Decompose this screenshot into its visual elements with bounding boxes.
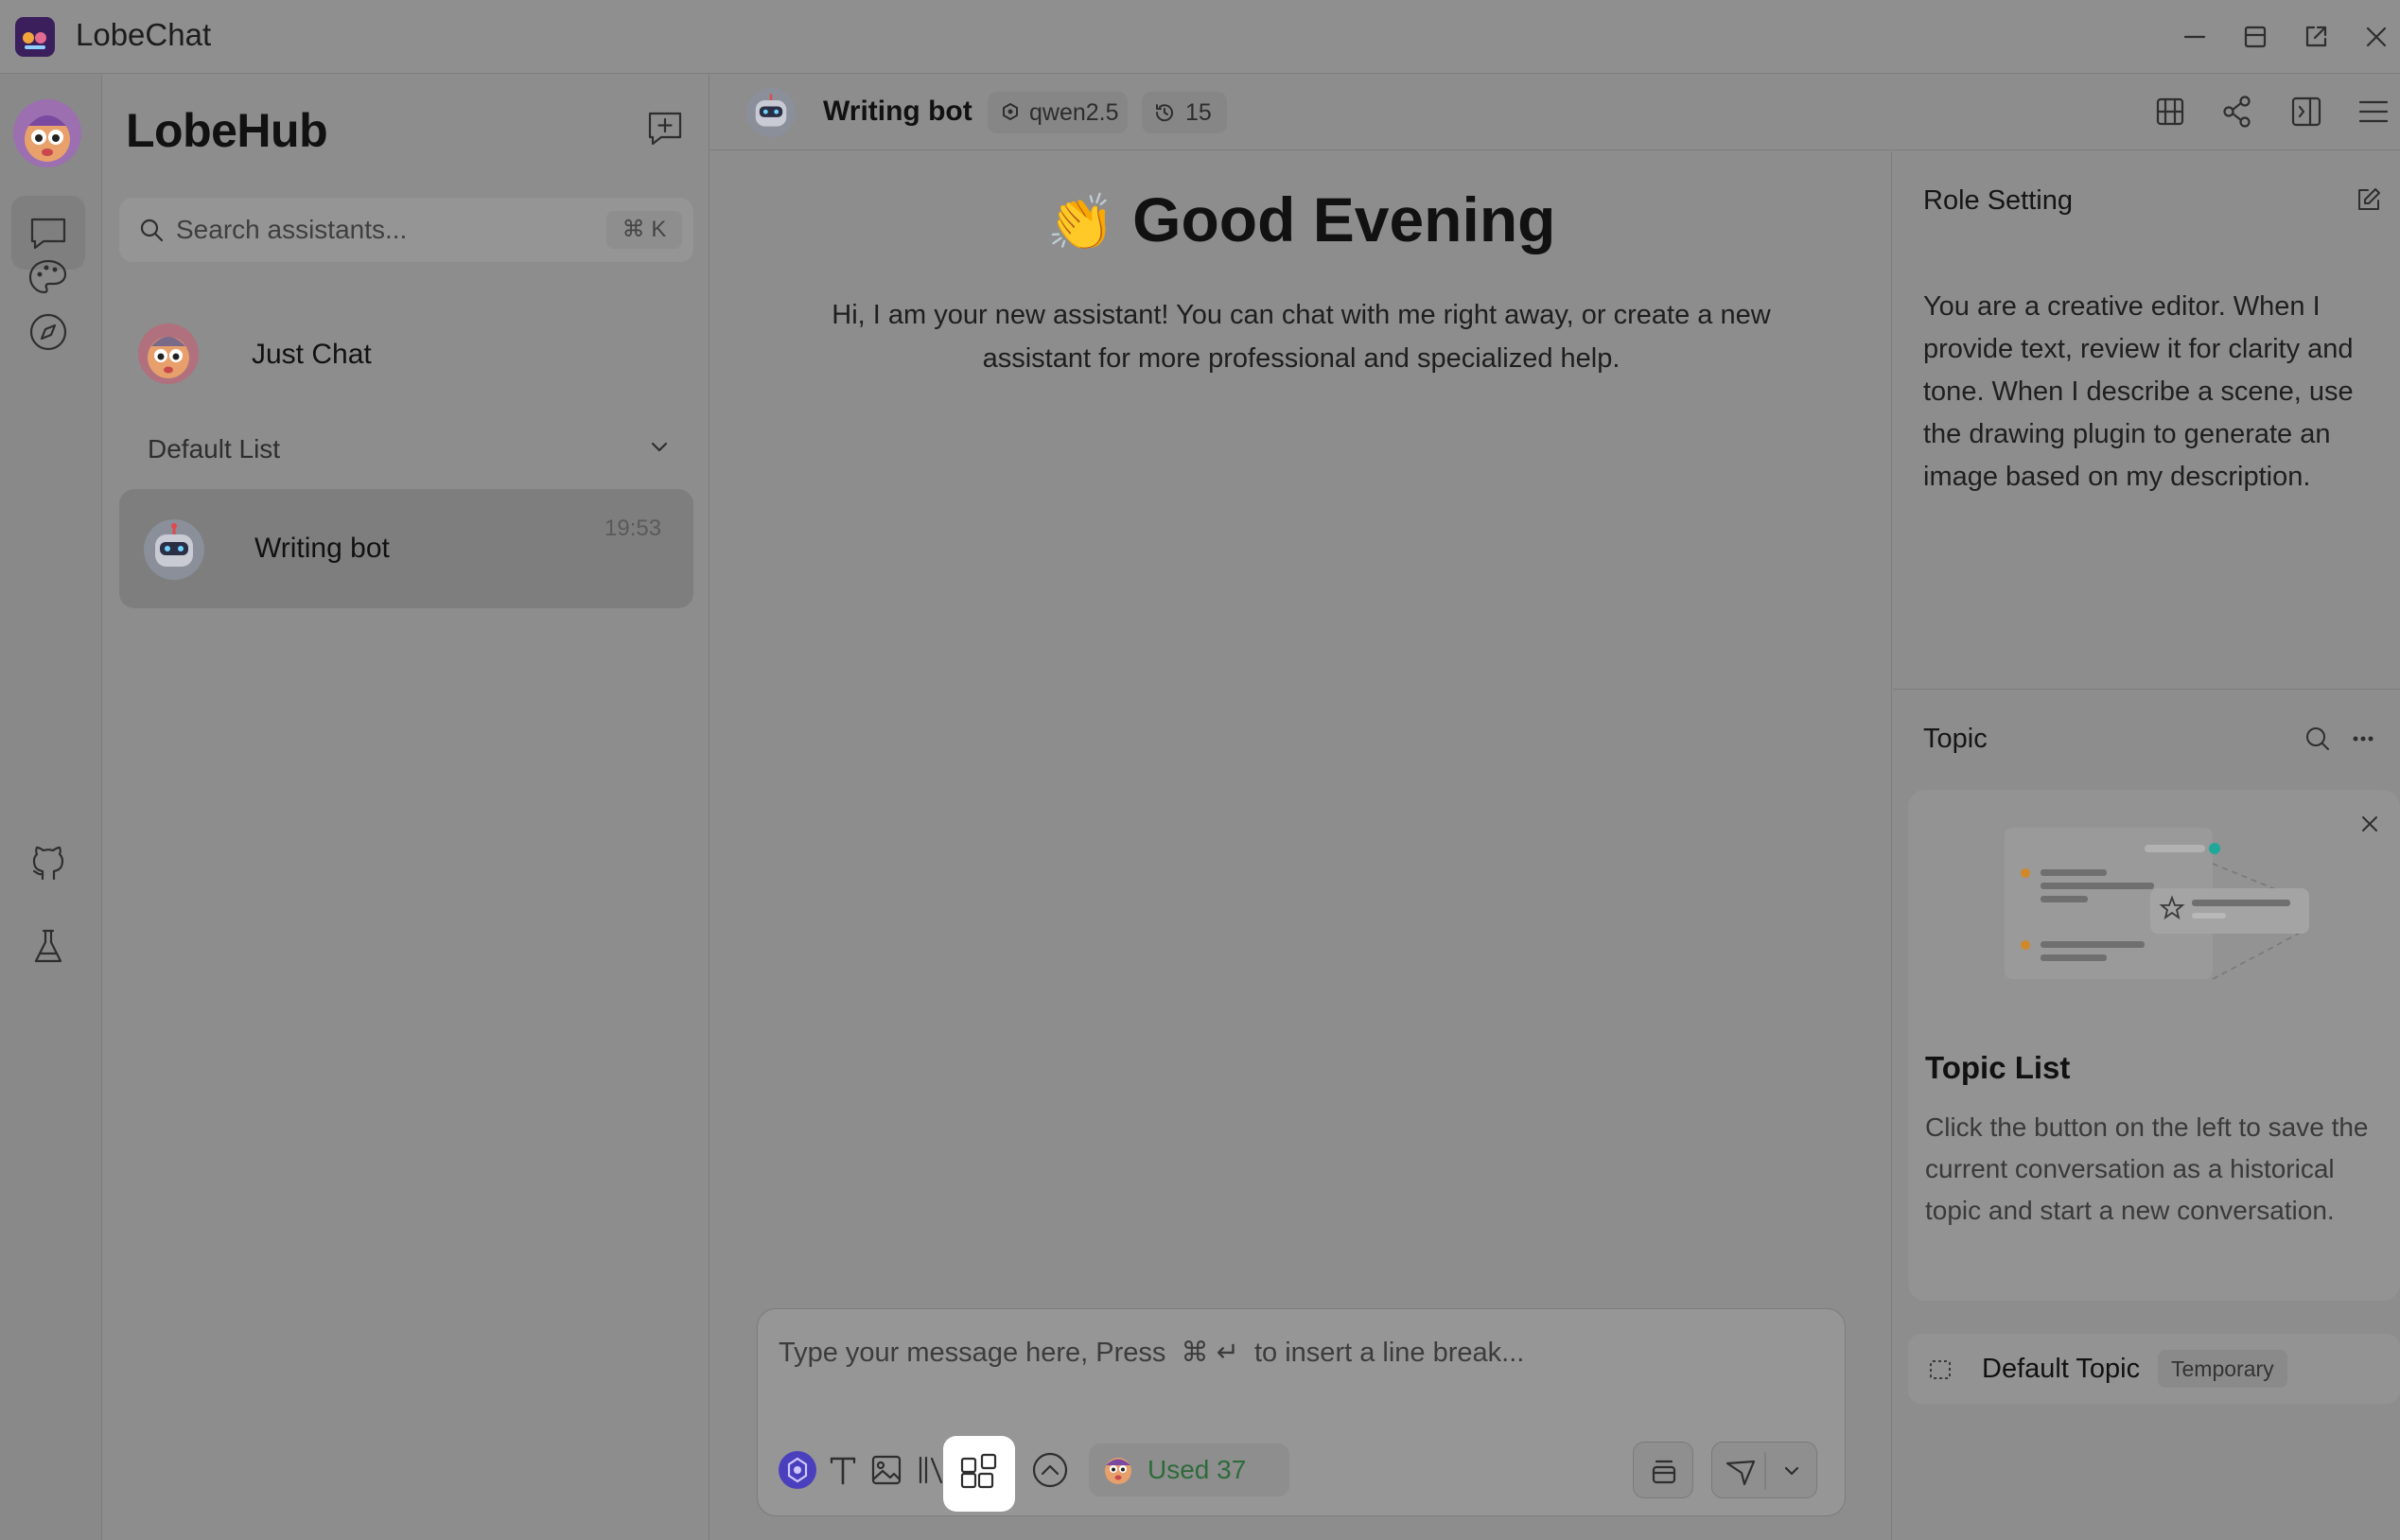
chat-header: Writing bot qwen2.5 15 (710, 75, 2400, 150)
topic-illustration-icon (2003, 826, 2315, 987)
topic-list-title: Topic List (1925, 1050, 2071, 1085)
session-item-time: 19:53 (604, 516, 662, 541)
topic-search-icon[interactable] (2302, 723, 2334, 755)
expand-up-icon[interactable] (1022, 1442, 1078, 1498)
role-setting-text: You are a creative editor. When I provid… (1923, 291, 2354, 492)
topic-list-card: Topic List Click the button on the left … (1908, 790, 2400, 1301)
brand-title: LobeHub (126, 104, 328, 157)
topic-more-icon[interactable] (2347, 723, 2379, 755)
panel-divider (1893, 689, 2400, 690)
model-chip[interactable]: qwen2.5 (988, 92, 1128, 133)
message-composer: Used 37 (757, 1308, 1846, 1516)
greeting-text: Good Evening (1132, 184, 1556, 254)
session-item-writing-bot[interactable]: Writing bot 19:53 (119, 489, 693, 608)
github-icon[interactable] (11, 828, 85, 901)
search-shortcut-badge: ⌘ K (606, 211, 682, 249)
layout-grid-icon[interactable] (2149, 91, 2191, 132)
topic-item-icon (1927, 1356, 1953, 1383)
header-agent-name: Writing bot (823, 96, 972, 127)
minimize-icon[interactable] (2177, 19, 2213, 55)
just-chat-label: Just Chat (252, 339, 372, 370)
user-avatar[interactable] (13, 99, 81, 167)
intro-text: Hi, I am your new assistant! You can cha… (832, 300, 1771, 374)
token-usage-text: Used 37 (1147, 1455, 1247, 1484)
menu-icon[interactable] (2353, 91, 2394, 132)
discover-compass-icon[interactable] (11, 295, 85, 369)
maximize-icon[interactable] (2237, 19, 2273, 55)
model-provider-icon (999, 101, 1022, 124)
edit-role-icon[interactable] (2355, 185, 2383, 214)
right-panel: Role Setting You are a creative editor. … (1893, 151, 2400, 1540)
close-card-icon[interactable] (2356, 811, 2383, 837)
session-item-title: Writing bot (254, 533, 390, 564)
nav-rail (0, 75, 102, 1540)
chevron-down-icon[interactable] (645, 432, 674, 461)
history-icon (1153, 101, 1176, 124)
writing-bot-avatar (144, 519, 204, 580)
labs-flask-icon[interactable] (11, 910, 85, 984)
temporary-badge: Temporary (2158, 1350, 2287, 1388)
pop-out-icon[interactable] (2298, 19, 2334, 55)
model-name: qwen2.5 (1029, 99, 1119, 126)
send-button[interactable] (1711, 1442, 1817, 1498)
role-setting-title: Role Setting (1923, 185, 2073, 216)
app-title: LobeChat (76, 17, 212, 52)
history-chip[interactable]: 15 (1142, 92, 1227, 133)
message-input[interactable] (779, 1324, 1819, 1381)
history-count: 15 (1185, 99, 1212, 126)
topic-list-text: Click the button on the left to save the… (1925, 1112, 2369, 1225)
search-icon (138, 217, 165, 243)
chat-area: 👏 Good Evening Hi, I am your new assista… (710, 151, 1892, 1540)
share-icon[interactable] (2216, 91, 2258, 132)
topic-title: Topic (1923, 724, 1988, 754)
app-logo-icon (15, 17, 55, 57)
default-topic-label: Default Topic (1982, 1354, 2141, 1384)
new-chat-button[interactable] (642, 105, 688, 150)
header-agent-avatar[interactable] (746, 88, 796, 137)
token-usage-emoji-icon (1102, 1455, 1134, 1487)
greeting-emoji: 👏 (1046, 192, 1115, 254)
toggle-right-panel-icon[interactable] (2286, 91, 2327, 132)
session-panel: LobeHub ⌘ K Just Chat Default List (103, 75, 709, 1540)
just-chat-avatar (138, 324, 199, 384)
title-bar: LobeChat (0, 0, 2400, 74)
clear-context-button[interactable] (1633, 1442, 1693, 1498)
greeting-heading: 👏 Good Evening (710, 184, 1892, 255)
close-icon[interactable] (2358, 19, 2394, 55)
default-topic-item[interactable]: Default Topic Temporary (1908, 1334, 2400, 1404)
default-list-header[interactable]: Default List (148, 434, 280, 464)
just-chat-item[interactable]: Just Chat (119, 306, 693, 401)
plugins-button[interactable] (943, 1436, 1015, 1512)
search-box[interactable]: ⌘ K (119, 198, 693, 262)
search-input[interactable] (176, 213, 592, 247)
token-usage-badge[interactable]: Used 37 (1089, 1444, 1289, 1496)
